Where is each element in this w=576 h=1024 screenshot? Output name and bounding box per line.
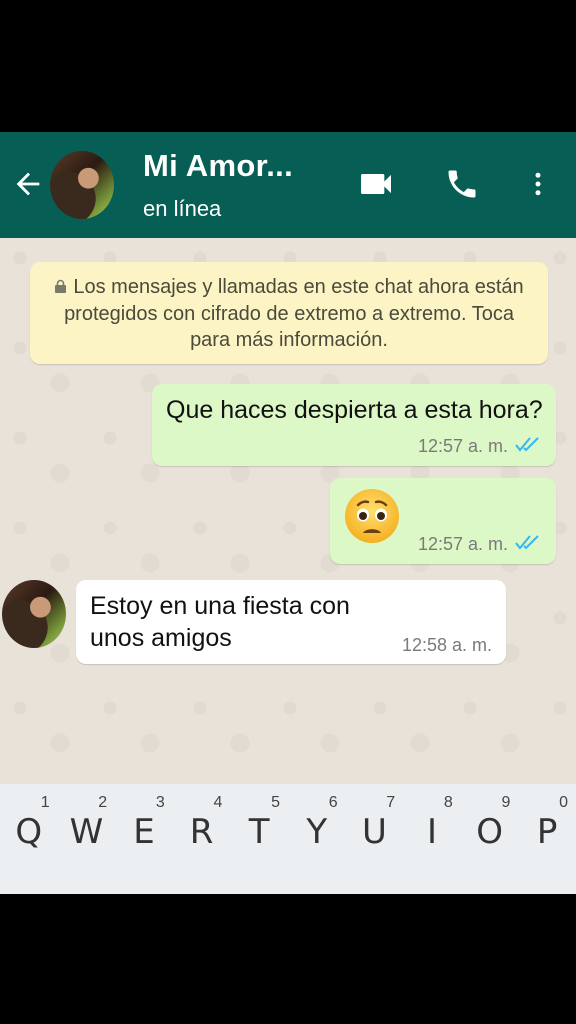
video-call-icon[interactable] bbox=[354, 162, 398, 206]
more-vert-icon[interactable] bbox=[516, 162, 560, 206]
message-text: Que haces despierta a esta hora? bbox=[166, 396, 543, 424]
key-number: 2 bbox=[98, 794, 108, 811]
key-6[interactable]: 7U bbox=[346, 784, 404, 894]
key-number: 4 bbox=[213, 794, 223, 811]
double-check-icon bbox=[514, 533, 542, 556]
key-4[interactable]: 5T bbox=[230, 784, 288, 894]
key-1[interactable]: 2W bbox=[58, 784, 116, 894]
key-letter: T bbox=[248, 812, 270, 852]
key-letter: W bbox=[69, 812, 104, 852]
key-number: 1 bbox=[40, 794, 50, 811]
message-text: Estoy en una fiesta con unos amigos bbox=[90, 592, 350, 652]
key-number: 3 bbox=[155, 794, 165, 811]
key-letter: Y bbox=[306, 812, 328, 852]
key-number: 8 bbox=[443, 794, 453, 811]
contact-name[interactable]: Mi Amor... bbox=[143, 148, 293, 184]
message-incoming[interactable]: Estoy en una fiesta con unos amigos 12:5… bbox=[76, 580, 506, 664]
key-5[interactable]: 6Y bbox=[288, 784, 346, 894]
key-8[interactable]: 9O bbox=[461, 784, 519, 894]
encryption-notice[interactable]: Los mensajes y llamadas en este chat aho… bbox=[30, 262, 548, 364]
anxious-face-emoji-icon bbox=[345, 489, 399, 543]
message-outgoing[interactable]: Que haces despierta a esta hora? 12:57 a… bbox=[152, 384, 556, 466]
key-letter: U bbox=[361, 812, 387, 852]
key-2[interactable]: 3E bbox=[115, 784, 173, 894]
double-check-icon bbox=[514, 435, 542, 458]
key-letter: O bbox=[476, 812, 503, 852]
key-letter: P bbox=[536, 812, 558, 852]
key-letter: R bbox=[189, 812, 214, 852]
lock-icon bbox=[54, 275, 67, 301]
key-number: 6 bbox=[328, 794, 338, 811]
phone-icon[interactable] bbox=[440, 162, 484, 206]
message-outgoing-emoji[interactable]: 12:57 a. m. bbox=[330, 478, 556, 564]
key-0[interactable]: 1Q bbox=[0, 784, 58, 894]
key-letter: I bbox=[426, 812, 437, 852]
keyboard[interactable]: 1Q2W3E4R5T6Y7U8I9O0P bbox=[0, 784, 576, 894]
key-number: 7 bbox=[386, 794, 396, 811]
key-number: 5 bbox=[271, 794, 280, 811]
key-7[interactable]: 8I bbox=[403, 784, 461, 894]
key-number: 0 bbox=[559, 794, 568, 811]
chat-header: Mi Amor... en línea bbox=[0, 132, 576, 238]
key-letter: E bbox=[133, 812, 155, 852]
arrow-left-icon[interactable] bbox=[8, 164, 48, 204]
sender-avatar[interactable] bbox=[2, 580, 66, 648]
message-time: 12:57 a. m. bbox=[417, 534, 508, 554]
key-3[interactable]: 4R bbox=[173, 784, 231, 894]
encryption-notice-text: Los mensajes y llamadas en este chat aho… bbox=[64, 276, 524, 351]
key-number: 9 bbox=[501, 794, 511, 811]
whatsapp-chat-screen: Mi Amor... en línea Los mensajes y llama… bbox=[0, 132, 576, 894]
contact-status: en línea bbox=[143, 196, 222, 221]
key-letter: Q bbox=[15, 812, 43, 852]
key-9[interactable]: 0P bbox=[518, 784, 576, 894]
message-time: 12:57 a. m. bbox=[417, 436, 508, 456]
contact-avatar[interactable] bbox=[50, 151, 114, 219]
message-time: 12:58 a. m. bbox=[401, 635, 492, 655]
